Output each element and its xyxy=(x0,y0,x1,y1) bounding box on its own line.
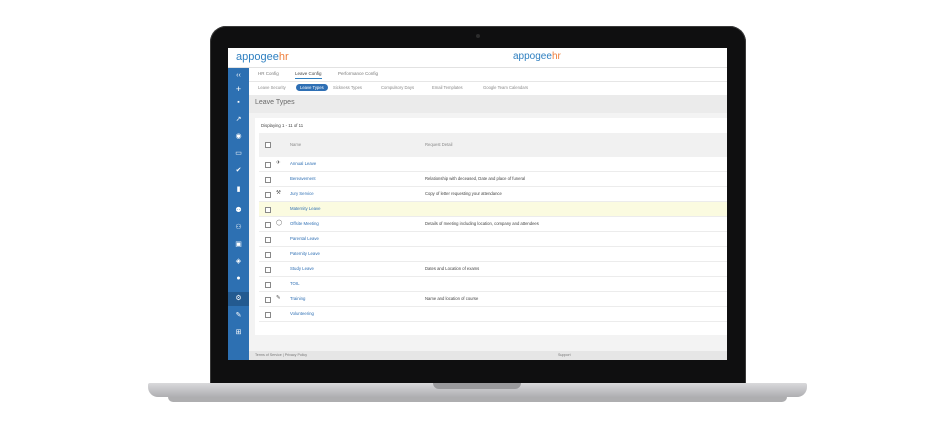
table-row[interactable]: Paternity Leave xyxy=(259,247,727,262)
tab-email-templates[interactable]: Email Templates xyxy=(432,85,463,90)
leave-type-name[interactable]: Bereavement xyxy=(290,176,316,181)
laptop-notch xyxy=(433,383,521,389)
briefcase-icon[interactable]: ▪ xyxy=(228,99,249,107)
record-count: Displaying 1 - 11 of 11 xyxy=(261,123,304,128)
screen: appogeehr appogeehr ‹‹ + ▪ ↗ ◉ ▭ ✔ ▮ ⚉ ⚇… xyxy=(228,48,727,360)
column-name[interactable]: Name xyxy=(290,142,301,147)
trend-icon[interactable]: ↗ xyxy=(228,116,249,124)
leave-type-name[interactable]: Annual Leave xyxy=(290,161,316,166)
table-row[interactable]: ◯ Offsite Meeting Details of meeting inc… xyxy=(259,217,727,232)
tab-leave-config[interactable]: Leave Config xyxy=(295,71,322,79)
leave-types-card: Displaying 1 - 11 of 11 Name Request Det… xyxy=(255,118,727,335)
page-title: Leave Types xyxy=(255,99,295,106)
table-row[interactable]: ⚒ Jury Service Copy of letter requesting… xyxy=(259,187,727,202)
people-icon[interactable]: ⚉ xyxy=(228,207,249,215)
leave-type-name[interactable]: Volunteering xyxy=(290,311,314,316)
bar-chart-icon[interactable]: ▮ xyxy=(228,186,249,194)
camera-icon xyxy=(476,34,480,38)
tab-google-team-calendars[interactable]: Google Team Calendars xyxy=(483,85,528,90)
top-bar: appogeehr appogeehr xyxy=(228,48,727,68)
table-row[interactable]: ✎ Training Name and location of course xyxy=(259,292,727,307)
row-checkbox[interactable] xyxy=(265,222,271,228)
request-detail: Copy of letter requesting your attendanc… xyxy=(425,191,502,196)
page-header: Leave Types xyxy=(249,95,727,113)
wrench-icon[interactable]: ✎ xyxy=(228,312,249,320)
request-detail: Details of meeting including location, c… xyxy=(425,221,539,226)
table-row[interactable]: Study Leave Dates and Location of exams xyxy=(259,262,727,277)
logo[interactable]: appogeehr xyxy=(236,51,289,63)
row-checkbox[interactable] xyxy=(265,162,271,168)
leave-type-name[interactable]: Study Leave xyxy=(290,266,314,271)
tab-compulsory-days[interactable]: Compulsory Days xyxy=(381,85,414,90)
row-checkbox[interactable] xyxy=(265,267,271,273)
row-checkbox[interactable] xyxy=(265,282,271,288)
gear-icon[interactable]: ⚙ xyxy=(228,292,249,306)
check-circle-icon[interactable]: ✔ xyxy=(228,167,249,175)
row-checkbox[interactable] xyxy=(265,192,271,198)
tab-sickness-types[interactable]: Sickness Types xyxy=(333,85,362,90)
footer: Terms of Service | Privacy Policy Suppor… xyxy=(249,351,727,360)
table-row[interactable]: Bereavement Relationship with deceased, … xyxy=(259,172,727,187)
footer-links[interactable]: Terms of Service | Privacy Policy xyxy=(255,353,307,357)
leave-type-name[interactable]: Offsite Meeting xyxy=(290,221,319,226)
add-person-icon[interactable]: ⚇ xyxy=(228,224,249,232)
leave-type-name[interactable]: Parental Leave xyxy=(290,236,319,241)
support-link[interactable]: Support xyxy=(558,353,571,357)
cart-icon[interactable]: ⊞ xyxy=(228,329,249,337)
devices-icon[interactable]: ▭ xyxy=(228,150,249,158)
leave-type-name[interactable]: Paternity Leave xyxy=(290,251,320,256)
table-row[interactable]: Volunteering xyxy=(259,307,727,322)
badge-icon[interactable]: ▣ xyxy=(228,241,249,249)
sidebar: ‹‹ + ▪ ↗ ◉ ▭ ✔ ▮ ⚉ ⚇ ▣ ◈ ● ⚙ ✎ ⊞ xyxy=(228,68,249,360)
shield-icon[interactable]: ◈ xyxy=(228,258,249,266)
tab-leave-security[interactable]: Leave Security xyxy=(258,85,286,90)
select-all-checkbox[interactable] xyxy=(265,142,271,148)
leave-type-name[interactable]: Jury Service xyxy=(290,191,314,196)
speech-bubble-icon: ◯ xyxy=(276,220,283,226)
location-icon[interactable]: ◉ xyxy=(228,133,249,141)
gavel-icon: ⚒ xyxy=(276,190,281,196)
row-checkbox[interactable] xyxy=(265,297,271,303)
table-row[interactable]: ✈ Annual Leave xyxy=(259,157,727,172)
collapse-icon[interactable]: ‹‹ xyxy=(228,72,249,80)
tab-hr-config[interactable]: HR Config xyxy=(258,71,279,76)
row-checkbox[interactable] xyxy=(265,237,271,243)
row-checkbox[interactable] xyxy=(265,252,271,258)
account-icon[interactable]: ● xyxy=(228,275,249,283)
table-row[interactable]: TOIL xyxy=(259,277,727,292)
row-checkbox[interactable] xyxy=(265,312,271,318)
airplane-icon: ✈ xyxy=(276,160,281,166)
main-tabs: HR Config Leave Config Performance Confi… xyxy=(249,68,727,82)
leave-type-name[interactable]: Training xyxy=(290,296,305,301)
sub-tabs: Leave Security Leave Types Sickness Type… xyxy=(249,82,727,95)
table-row[interactable]: Maternity Leave xyxy=(259,202,727,217)
request-detail: Dates and Location of exams xyxy=(425,266,480,271)
leave-type-name[interactable]: Maternity Leave xyxy=(290,206,321,211)
leave-type-name[interactable]: TOIL xyxy=(290,281,299,286)
laptop-base-shadow xyxy=(168,397,787,402)
request-detail: Relationship with deceased, Date and pla… xyxy=(425,176,526,181)
row-checkbox[interactable] xyxy=(265,207,271,213)
logo-center: appogeehr xyxy=(513,51,561,62)
request-detail: Name and location of course xyxy=(425,296,479,301)
table-row[interactable]: Parental Leave xyxy=(259,232,727,247)
pencil-icon: ✎ xyxy=(276,295,281,301)
tab-performance-config[interactable]: Performance Config xyxy=(338,71,378,76)
row-checkbox[interactable] xyxy=(265,177,271,183)
table-header: Name Request Detail xyxy=(259,133,727,157)
column-request-detail[interactable]: Request Detail xyxy=(425,142,452,147)
plus-icon[interactable]: + xyxy=(228,85,249,94)
tab-leave-types[interactable]: Leave Types xyxy=(296,84,328,91)
